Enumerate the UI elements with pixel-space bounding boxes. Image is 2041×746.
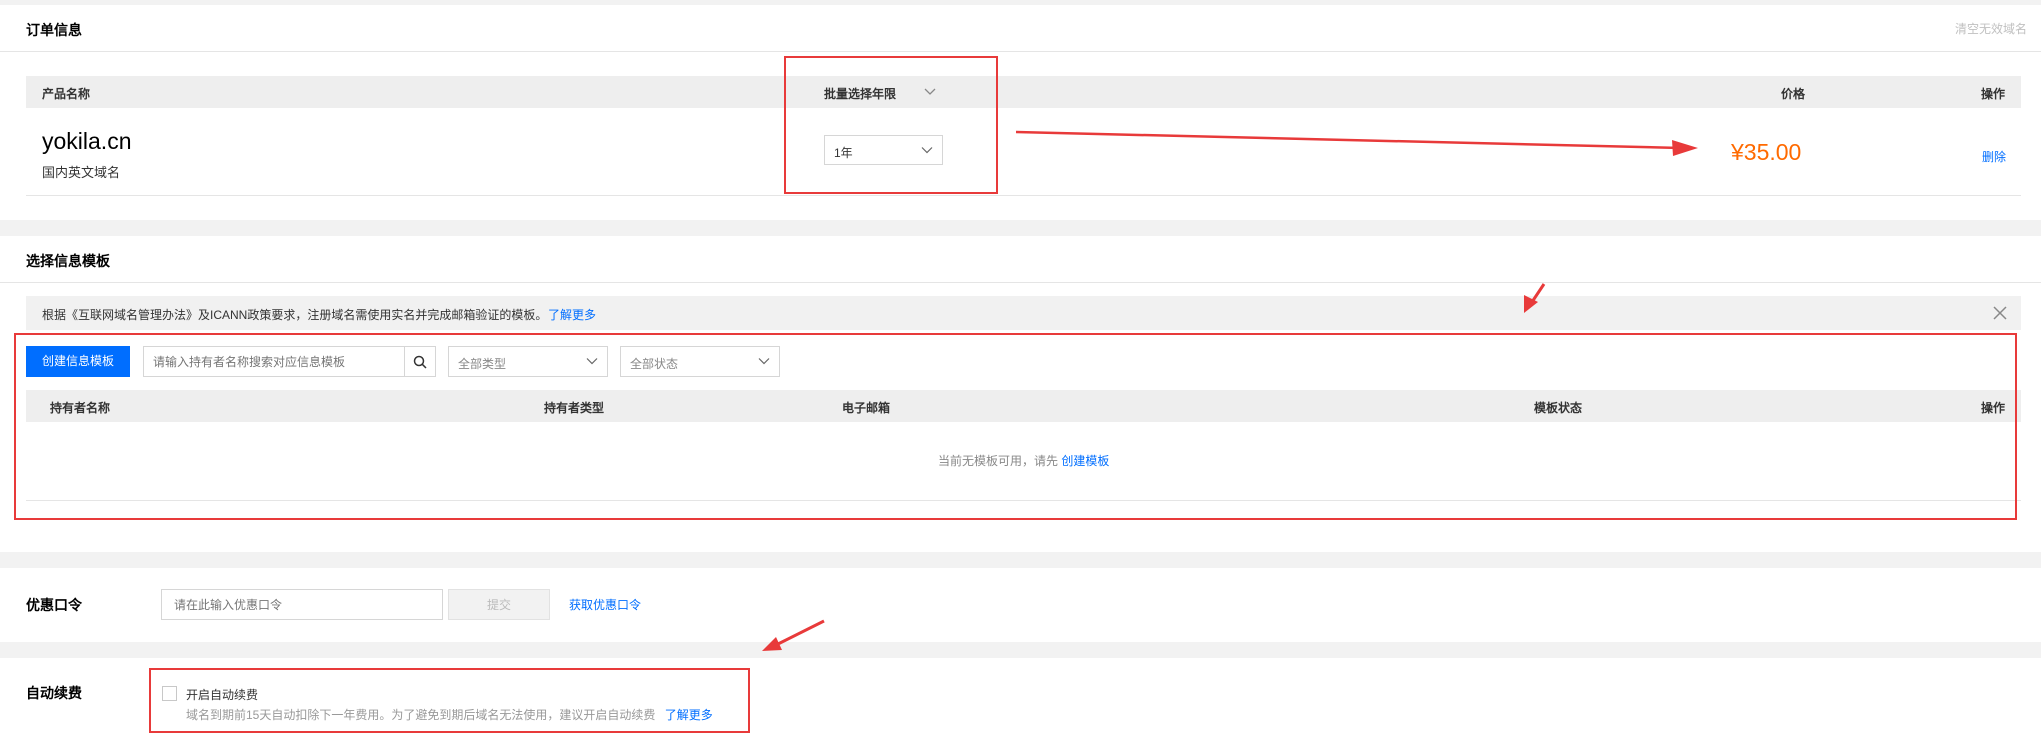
template-section-title: 选择信息模板 [26, 253, 110, 269]
notice-learn-more-link[interactable]: 了解更多 [548, 306, 596, 323]
annotation-box-template [14, 333, 2017, 520]
order-table-header: 产品名称 批量选择年限 价格 操作 [26, 76, 2021, 108]
domain-name: yokila.cn [42, 128, 132, 154]
col-price: 价格 [1781, 87, 1806, 101]
coupon-label: 优惠口令 [26, 597, 82, 613]
annotation-box-years [784, 56, 998, 194]
annotation-box-renew [149, 668, 750, 733]
col-product: 产品名称 [42, 87, 91, 101]
delete-link[interactable]: 删除 [1982, 148, 2006, 165]
order-row-divider [26, 195, 2021, 196]
template-title-divider [0, 282, 2041, 283]
renew-label: 自动续费 [26, 685, 82, 701]
coupon-panel: 优惠口令 提交 获取优惠口令 [0, 568, 2041, 642]
domain-type: 国内英文域名 [42, 165, 121, 180]
price-value: ¥35.00 [1731, 139, 1802, 165]
order-title-divider [0, 51, 2041, 52]
notice-text: 根据《互联网域名管理办法》及ICANN政策要求，注册域名需使用实名并完成邮箱验证… [42, 308, 548, 322]
coupon-input[interactable] [161, 589, 443, 620]
coupon-submit-button[interactable]: 提交 [448, 589, 550, 620]
col-action: 操作 [1981, 87, 2006, 101]
clear-invalid-link[interactable]: 清空无效域名 [1955, 20, 2027, 37]
get-coupon-link[interactable]: 获取优惠口令 [569, 596, 641, 613]
notice-bar: 根据《互联网域名管理办法》及ICANN政策要求，注册域名需使用实名并完成邮箱验证… [26, 296, 2021, 330]
order-section-title: 订单信息 [26, 22, 82, 38]
order-panel: 订单信息 清空无效域名 产品名称 批量选择年限 价格 操作 yokila.cn … [0, 5, 2041, 220]
close-icon[interactable] [1993, 306, 2007, 325]
